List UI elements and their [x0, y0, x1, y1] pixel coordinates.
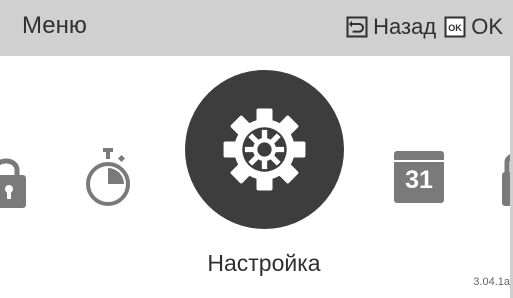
stopwatch-icon	[86, 148, 130, 206]
gear-icon	[223, 108, 306, 191]
menu-item-lock[interactable]	[0, 150, 26, 208]
back-button[interactable]: Назад	[346, 14, 436, 40]
ok-key-icon: OK	[444, 16, 466, 38]
calendar-day: 31	[405, 166, 433, 194]
lock-icon	[0, 158, 26, 208]
header-bar: Меню Назад OK OK	[0, 0, 513, 56]
ok-button[interactable]: OK OK	[444, 14, 503, 40]
menu-item-settings[interactable]	[185, 70, 344, 229]
selected-item-label: Настройка	[207, 250, 321, 276]
menu-item-timer[interactable]	[80, 146, 136, 210]
version-label: 3.04.1a	[473, 276, 510, 288]
ok-label: OK	[471, 14, 503, 39]
header-actions: Назад OK OK	[346, 12, 503, 42]
back-label: Назад	[373, 14, 437, 39]
svg-text:OK: OK	[448, 23, 462, 33]
header-title: Меню	[22, 12, 87, 39]
menu-item-calendar[interactable]: 31	[394, 151, 444, 203]
back-arrow-icon	[346, 16, 368, 38]
menu-screen: Меню Назад OK OK Настройка 31 3.04.1a	[0, 0, 513, 298]
